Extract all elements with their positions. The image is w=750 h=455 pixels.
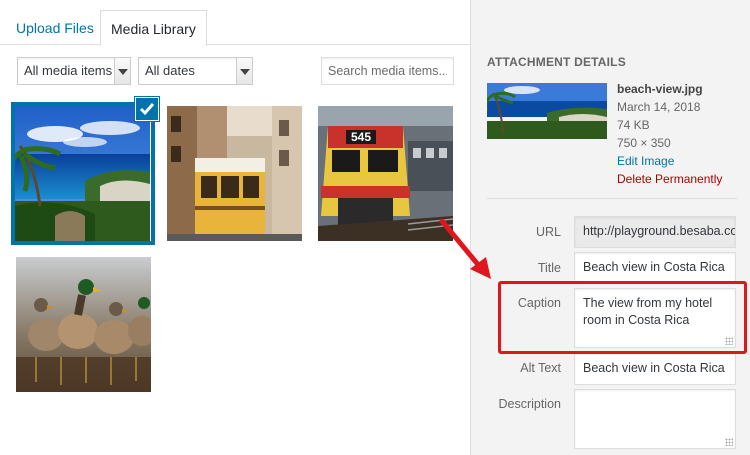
upload-date: March 14, 2018 (617, 100, 701, 114)
tram-image (167, 106, 302, 241)
media-type-filter[interactable]: All media items (17, 57, 131, 85)
title-field[interactable]: Beach view in Costa Rica (574, 252, 736, 284)
edit-image-link[interactable]: Edit Image (617, 152, 722, 170)
media-toolbar: All media items All dates (0, 46, 470, 96)
date-filter[interactable]: All dates (138, 57, 253, 85)
train-number-label: 545 (351, 130, 371, 144)
description-field[interactable] (574, 389, 736, 449)
description-label: Description (498, 397, 561, 411)
beach-view-image (15, 106, 150, 241)
url-field[interactable]: http://playground.besaba.com/wp-content/… (574, 216, 736, 248)
resize-grip-icon[interactable] (725, 337, 733, 345)
tab-upload-files[interactable]: Upload Files (6, 10, 104, 46)
attachment-preview (487, 83, 607, 139)
image-dimensions: 750 × 350 (617, 136, 671, 150)
file-name: beach-view.jpg (617, 82, 703, 96)
url-label: URL (535, 225, 561, 239)
dropdown-arrow-icon (236, 58, 252, 84)
caption-text: The view from my hotel room in Costa Ric… (583, 296, 713, 327)
tab-media-library[interactable]: Media Library (100, 10, 207, 46)
resize-grip-icon[interactable] (725, 438, 733, 446)
date-filter-value: All dates (145, 63, 195, 78)
caption-field[interactable]: The view from my hotel room in Costa Ric… (574, 288, 736, 348)
alt-text-field[interactable]: Beach view in Costa Rica (574, 353, 736, 385)
ducks-image (16, 257, 151, 392)
media-type-filter-value: All media items (24, 63, 113, 78)
caption-label: Caption (517, 296, 561, 310)
deselect-checkbox[interactable] (135, 97, 159, 121)
divider (487, 198, 737, 199)
file-size: 74 KB (617, 118, 650, 132)
attachment-info: beach-view.jpg March 14, 2018 74 KB 750 … (617, 80, 722, 188)
alt-text-label: Alt Text (520, 361, 561, 375)
attachment-details-heading: Attachment Details (487, 55, 626, 69)
beach-view-preview-image (487, 83, 607, 139)
delete-permanently-link[interactable]: Delete Permanently (617, 170, 722, 188)
search-media-input[interactable] (321, 57, 454, 85)
attachment-details-sidebar: Attachment Details beach-view.jpg March … (470, 0, 750, 455)
title-label: Title (537, 261, 561, 275)
checkmark-icon (139, 103, 155, 116)
attachment-beach-view[interactable] (15, 106, 150, 241)
train-image: 545 (318, 106, 453, 241)
media-tabs: Upload Files Media Library (0, 0, 470, 46)
attachment-tram[interactable] (167, 106, 302, 241)
attachment-ducks[interactable] (16, 257, 151, 392)
dropdown-arrow-icon (114, 58, 130, 84)
attachment-train[interactable]: 545 (318, 106, 453, 241)
